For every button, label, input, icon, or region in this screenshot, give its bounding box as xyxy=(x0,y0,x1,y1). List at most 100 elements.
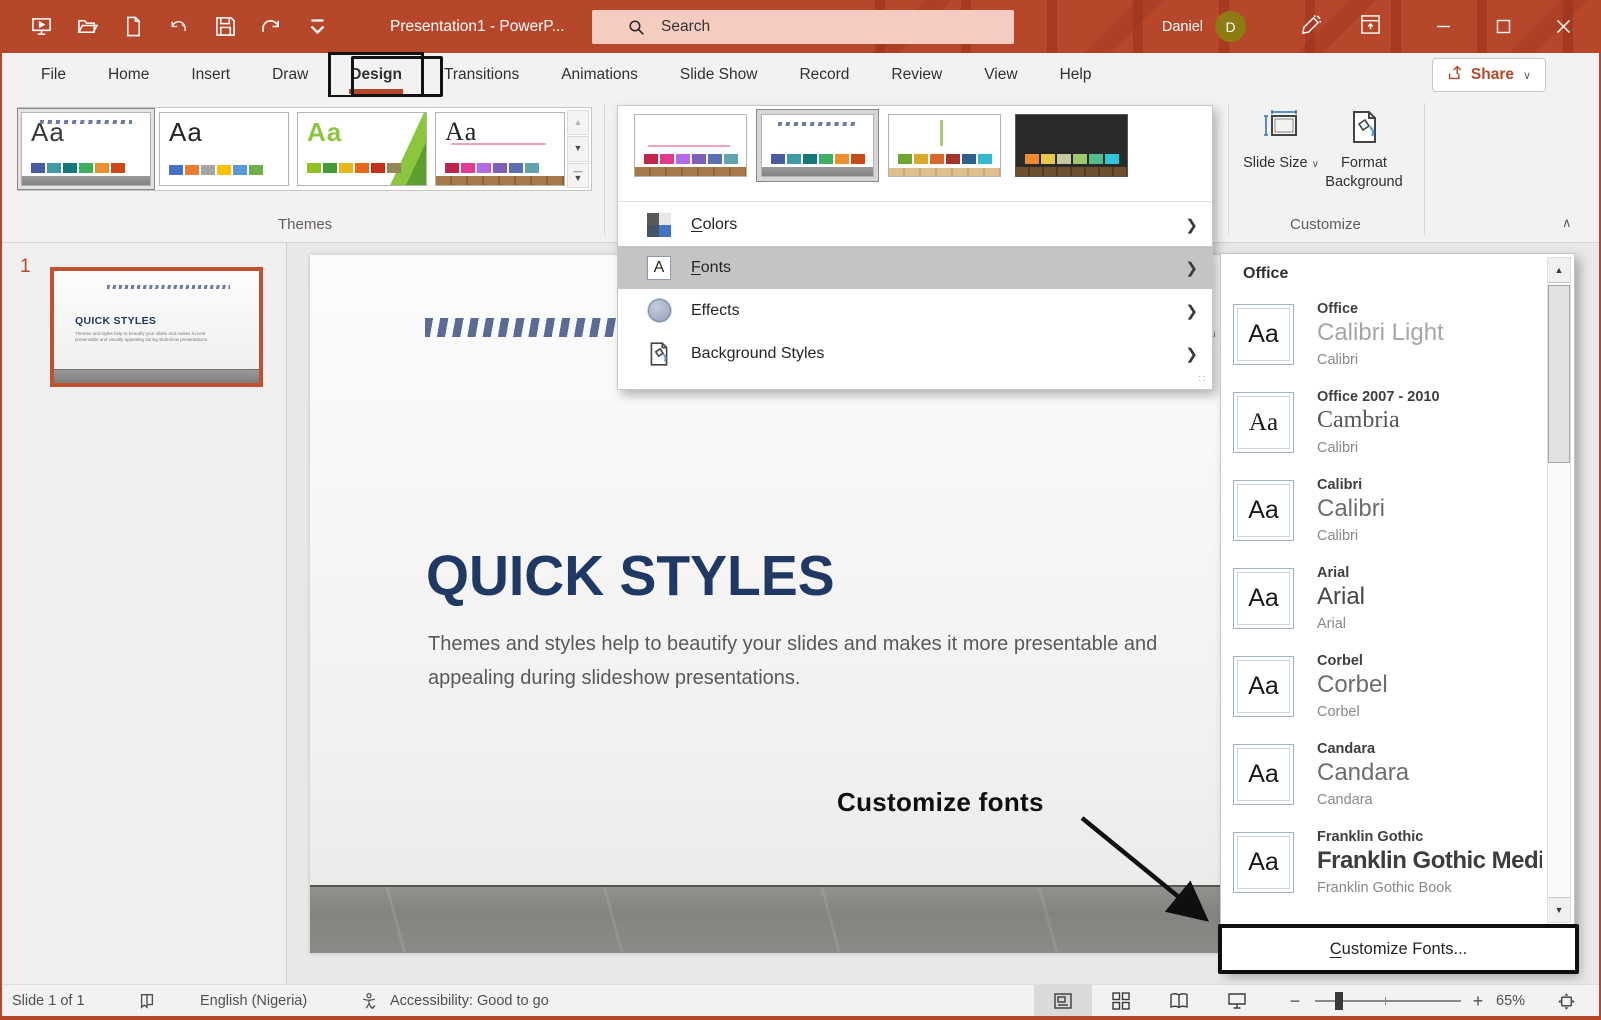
share-button[interactable]: Share ∨ xyxy=(1432,58,1546,92)
color-swatch xyxy=(835,154,849,164)
scroll-down-icon[interactable]: ▼ xyxy=(1548,897,1570,922)
tab-record[interactable]: Record xyxy=(778,53,870,97)
tab-file[interactable]: File xyxy=(20,53,87,97)
tab-draw[interactable]: Draw xyxy=(251,53,329,97)
draw-pen-icon[interactable] xyxy=(1301,14,1322,40)
font-scheme-candara[interactable]: AaCandaraCandaraCandara xyxy=(1221,734,1541,822)
theme-variant-tile[interactable] xyxy=(1015,114,1128,177)
spellcheck-icon[interactable] xyxy=(138,985,156,1017)
tab-review[interactable]: Review xyxy=(870,53,963,97)
undo-icon[interactable] xyxy=(166,14,192,40)
customize-fonts-button[interactable]: Customize Fonts... xyxy=(1218,924,1579,974)
font-scheme-body: Franklin Gothic Book xyxy=(1317,880,1452,896)
menu-item-background-styles[interactable]: Background Styles❯ xyxy=(618,332,1212,375)
reading-view-icon[interactable] xyxy=(1150,985,1208,1017)
start-slideshow-icon[interactable] xyxy=(28,14,54,40)
search-input[interactable] xyxy=(661,18,961,36)
font-scheme-corbel[interactable]: AaCorbelCorbelCorbel xyxy=(1221,646,1541,734)
tab-help[interactable]: Help xyxy=(1039,53,1113,97)
theme-variant-tile[interactable]: Aa xyxy=(159,112,289,186)
scroll-up-icon[interactable]: ▲ xyxy=(1548,258,1570,283)
tab-home[interactable]: Home xyxy=(87,53,170,97)
color-swatch xyxy=(249,165,263,175)
quick-access-toolbar xyxy=(0,14,330,40)
new-file-icon[interactable] xyxy=(120,14,146,40)
theme-variant-tile[interactable] xyxy=(757,110,878,181)
color-swatch xyxy=(819,154,833,164)
normal-view-icon[interactable] xyxy=(1034,985,1092,1017)
theme-color-swatches xyxy=(31,163,125,173)
theme-variant-tile[interactable]: Aa xyxy=(435,112,565,186)
font-scheme-name: Franklin Gothic xyxy=(1317,829,1423,845)
menu-item-effects[interactable]: Effects❯ xyxy=(618,289,1212,332)
accessibility-status[interactable]: Accessibility: Good to go xyxy=(390,985,549,1017)
slide-number: 1 xyxy=(20,256,31,278)
avatar[interactable]: D xyxy=(1215,11,1246,42)
tab-transitions[interactable]: Transitions xyxy=(423,53,540,97)
tab-slide-show[interactable]: Slide Show xyxy=(659,53,779,97)
colors-icon xyxy=(646,212,672,238)
zoom-out-button[interactable]: − xyxy=(1283,985,1307,1017)
current-preview: Aa xyxy=(21,112,151,186)
color-swatch xyxy=(185,165,199,175)
fonts-panel-scrollbar: ▲ ▼ xyxy=(1547,257,1571,923)
font-scheme-arial[interactable]: AaArialArialArial xyxy=(1221,558,1541,646)
color-swatch xyxy=(47,163,61,173)
thumbnail-floor xyxy=(54,369,259,383)
variant-tile-list xyxy=(634,114,1128,177)
fit-slide-to-window-icon[interactable] xyxy=(1548,985,1584,1017)
slide-title[interactable]: QUICK STYLES xyxy=(426,543,835,609)
theme-variant-tile[interactable] xyxy=(634,114,747,177)
zoom-slider[interactable] xyxy=(1315,1000,1461,1002)
menu-item-fonts[interactable]: AFonts❯ xyxy=(618,246,1212,289)
font-scheme-office[interactable]: AaOfficeCalibri LightCalibri xyxy=(1221,294,1541,382)
zoom-in-button[interactable]: + xyxy=(1466,985,1490,1017)
open-file-icon[interactable] xyxy=(74,14,100,40)
color-swatch xyxy=(355,163,369,173)
title-bar: Presentation1 - PowerP... Daniel D xyxy=(0,0,1601,53)
menu-separator xyxy=(618,201,1212,202)
slide-thumbnail[interactable]: QUICK STYLES Themes and styles help to b… xyxy=(50,267,263,387)
theme-variant-tile[interactable] xyxy=(888,114,1001,177)
slide-size-label: Slide Size ∨ xyxy=(1238,154,1324,174)
collapse-ribbon-icon[interactable]: ∧ xyxy=(1562,215,1572,231)
gallery-scroll-down-button[interactable]: ▼ xyxy=(567,136,589,161)
tab-view[interactable]: View xyxy=(963,53,1038,97)
slide-thumbnail-preview: QUICK STYLES Themes and styles help to b… xyxy=(54,271,259,383)
font-scheme-franklin-gothic[interactable]: AaFranklin GothicFranklin Gothic MediuFr… xyxy=(1221,822,1541,910)
menu-item-colors[interactable]: Colors❯ xyxy=(618,203,1212,246)
search-box[interactable] xyxy=(592,10,1014,44)
color-swatch xyxy=(387,163,401,173)
zoom-level[interactable]: 65% xyxy=(1496,985,1525,1017)
more-commands-icon[interactable] xyxy=(304,14,330,40)
theme-variant-tile[interactable]: Aa xyxy=(297,112,427,186)
format-background-button[interactable]: Format Background xyxy=(1316,109,1412,192)
redo-icon[interactable] xyxy=(258,14,284,40)
gallery-scroll-up-button[interactable]: ▲ xyxy=(567,110,589,135)
account-area[interactable]: Daniel D xyxy=(1162,0,1246,53)
tab-design[interactable]: Design xyxy=(329,53,423,97)
save-icon[interactable] xyxy=(212,14,238,40)
slide-body-text[interactable]: Themes and styles help to beautify your … xyxy=(428,627,1233,695)
maximize-button[interactable] xyxy=(1473,0,1533,53)
language-status[interactable]: English (Nigeria) xyxy=(200,985,307,1017)
ribbon-display-options-icon[interactable] xyxy=(1360,14,1381,40)
minimize-button[interactable] xyxy=(1413,0,1473,53)
slide-indicator[interactable]: Slide 1 of 1 xyxy=(12,985,85,1017)
font-scheme-calibri[interactable]: AaCalibriCalibriCalibri xyxy=(1221,470,1541,558)
gallery-more-button[interactable]: —▼ xyxy=(567,163,589,188)
slide-size-button[interactable]: Slide Size ∨ xyxy=(1238,109,1324,174)
resize-grip[interactable]: ∷ xyxy=(1199,374,1206,385)
slideshow-view-icon[interactable] xyxy=(1208,985,1266,1017)
tab-animations[interactable]: Animations xyxy=(540,53,659,97)
tab-insert[interactable]: Insert xyxy=(170,53,251,97)
slide-sorter-icon[interactable] xyxy=(1092,985,1150,1017)
close-button[interactable] xyxy=(1533,0,1593,53)
scrollbar-thumb[interactable] xyxy=(1548,285,1570,463)
theme-variant-tile[interactable]: Aa xyxy=(18,109,154,189)
current-preview xyxy=(761,114,874,177)
font-scheme-office-2007-2010[interactable]: AaOffice 2007 - 2010CambriaCalibri xyxy=(1221,382,1541,470)
theme-color-swatches xyxy=(169,165,263,175)
zoom-slider-thumb[interactable] xyxy=(1335,992,1343,1010)
color-swatch xyxy=(708,154,722,164)
